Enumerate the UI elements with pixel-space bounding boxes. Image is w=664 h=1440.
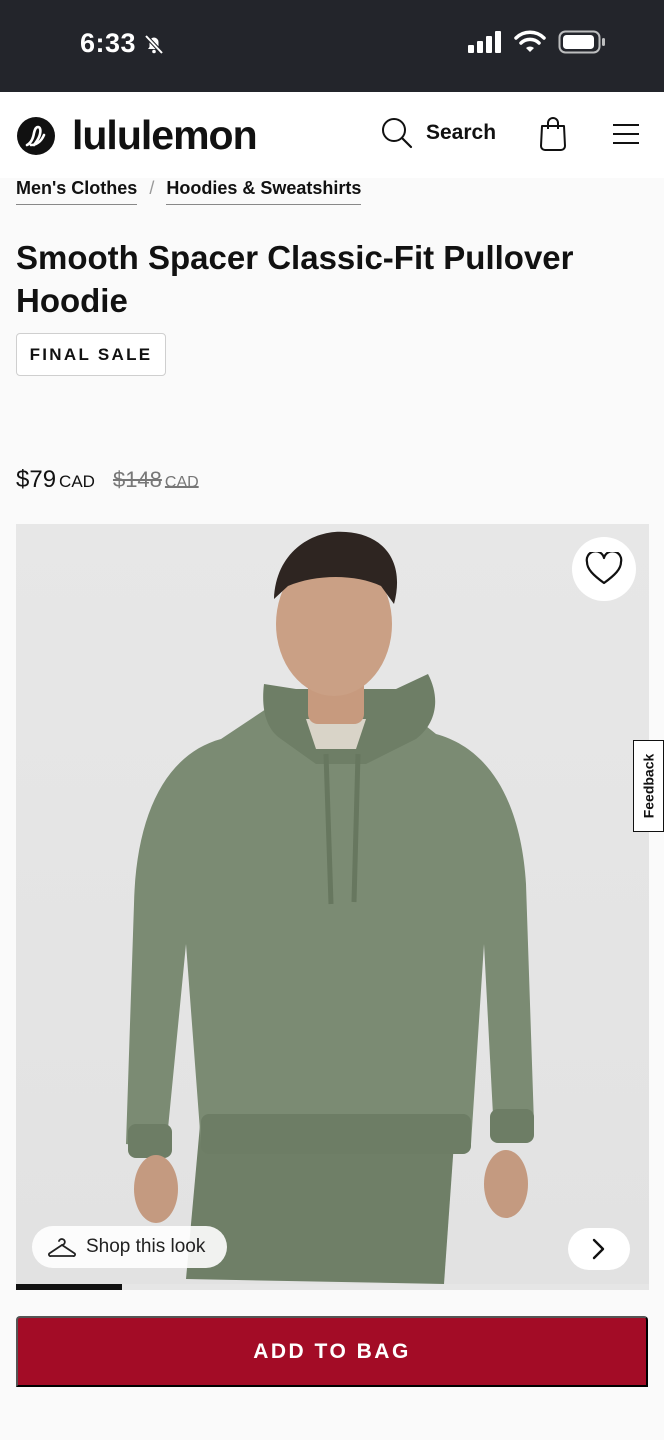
original-price: $148 CAD [113, 467, 199, 493]
final-sale-badge: FINAL SALE [16, 333, 166, 376]
hanger-icon [48, 1238, 76, 1257]
product-title: Smooth Spacer Classic-Fit Pullover Hoodi… [16, 239, 574, 319]
chevron-right-icon [592, 1238, 605, 1260]
menu-button[interactable] [612, 122, 640, 151]
status-indicators [468, 30, 606, 54]
breadcrumb: Men's Clothes / Hoodies & Sweatshirts [16, 178, 362, 205]
brand-name: lululemon [72, 112, 258, 158]
search-label: Search [426, 121, 497, 144]
shop-this-look-label: Shop this look [86, 1236, 206, 1257]
wifi-icon [514, 30, 546, 52]
original-price-currency: CAD [164, 474, 199, 491]
gallery-progress-fill [16, 1284, 122, 1290]
product-photo [126, 531, 534, 1284]
sale-price: $79 CAD [16, 466, 95, 494]
wishlist-button[interactable] [572, 537, 636, 601]
battery-icon [558, 30, 605, 54]
search-button[interactable]: Search [380, 116, 496, 150]
feedback-tab[interactable]: Feedback [633, 740, 664, 832]
time-text: 6:33 [80, 28, 137, 58]
bell-slash-icon [144, 34, 164, 54]
breadcrumb-mens-clothes[interactable]: Men's Clothes [16, 178, 138, 205]
next-image-button[interactable] [568, 1228, 630, 1270]
signal-icon [468, 31, 501, 53]
bag-icon [540, 117, 566, 151]
bag-button[interactable] [538, 116, 568, 157]
feedback-label: Feedback [640, 753, 657, 819]
add-to-bag-button[interactable]: ADD TO BAG [16, 1316, 648, 1387]
price-row: $79 CAD $148 CAD [16, 466, 199, 494]
product-image-gallery[interactable]: Shop this look [16, 524, 649, 1284]
gallery-progress-bar [16, 1284, 649, 1290]
menu-icon [613, 124, 639, 144]
sale-price-currency: CAD [59, 472, 95, 491]
status-bar: 6:33 [0, 0, 664, 92]
brand-logo[interactable]: lululemon [16, 112, 258, 159]
breadcrumb-hoodies-sweatshirts[interactable]: Hoodies & Sweatshirts [166, 178, 362, 205]
site-header: lululemon Search [0, 92, 664, 178]
original-price-value: $148 [112, 467, 162, 492]
lululemon-logo-icon [17, 116, 55, 155]
shop-this-look-button[interactable]: Shop this look [32, 1226, 227, 1268]
breadcrumb-separator: / [149, 178, 155, 198]
status-time: 6:33 [80, 28, 166, 59]
sale-price-value: $79 [16, 466, 57, 493]
search-icon [382, 118, 413, 149]
heart-icon [585, 552, 623, 585]
